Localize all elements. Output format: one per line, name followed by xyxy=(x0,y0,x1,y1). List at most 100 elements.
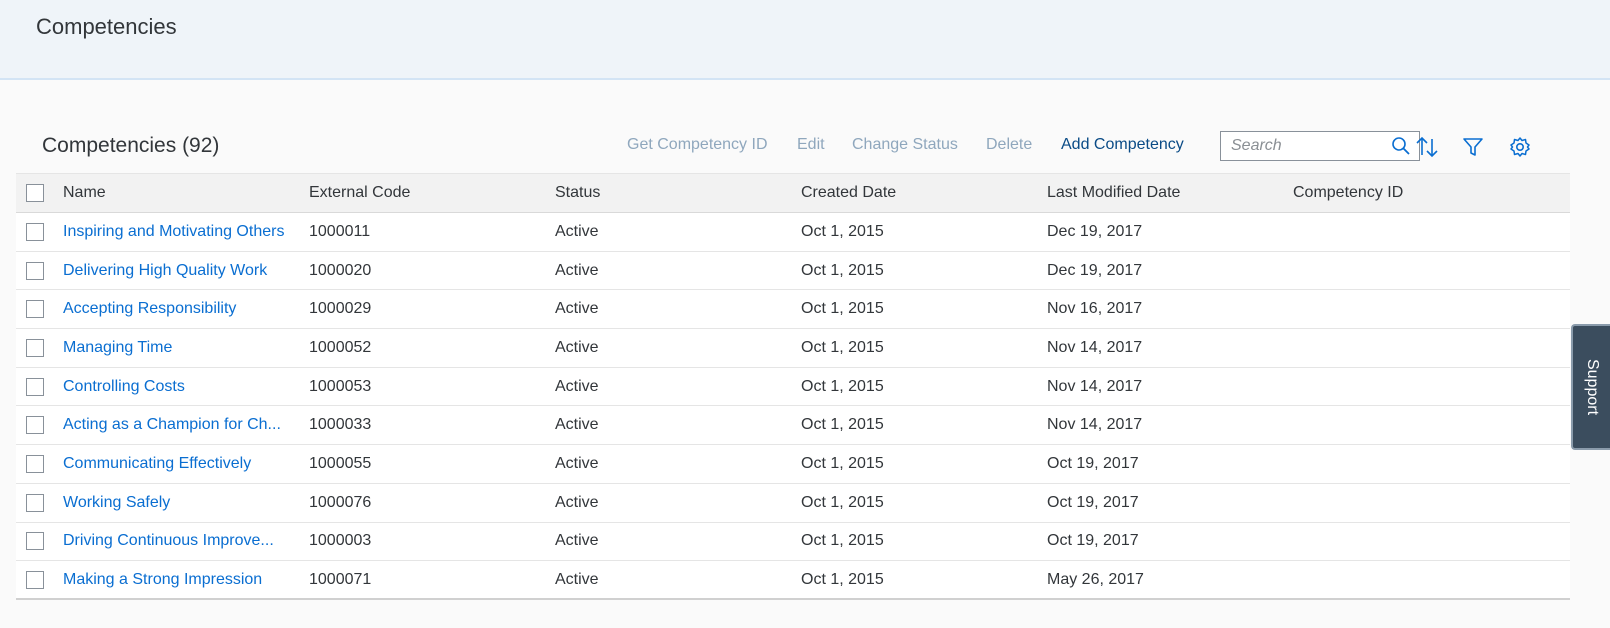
row-checkbox[interactable] xyxy=(26,454,44,473)
created-date: Oct 1, 2015 xyxy=(801,493,884,511)
table-row: Driving Continuous Improve... 1000003 Ac… xyxy=(16,522,1570,562)
competencies-table: Name External Code Status Created Date L… xyxy=(16,173,1570,600)
status: Active xyxy=(555,493,599,511)
column-header-name[interactable]: Name xyxy=(63,174,295,212)
edit-button[interactable]: Edit xyxy=(797,136,825,154)
external-code: 1000052 xyxy=(309,338,372,356)
table-row: Controlling Costs 1000053 Active Oct 1, … xyxy=(16,367,1570,407)
row-checkbox[interactable] xyxy=(26,261,44,280)
get-competency-id-button[interactable]: Get Competency ID xyxy=(627,136,768,154)
table-header-row: Name External Code Status Created Date L… xyxy=(16,173,1570,213)
delete-button[interactable]: Delete xyxy=(986,136,1032,154)
last-modified-date: Dec 19, 2017 xyxy=(1047,222,1143,240)
competency-id xyxy=(1293,561,1523,598)
competency-id xyxy=(1293,406,1523,444)
competency-name-link[interactable]: Inspiring and Motivating Others xyxy=(63,213,295,251)
last-modified-date: Dec 19, 2017 xyxy=(1047,261,1143,279)
status: Active xyxy=(555,222,599,240)
status: Active xyxy=(555,377,599,395)
table-row: Managing Time 1000052 Active Oct 1, 2015… xyxy=(16,329,1570,368)
last-modified-date: Nov 16, 2017 xyxy=(1047,300,1143,318)
settings-gear-icon[interactable] xyxy=(1507,134,1533,160)
row-checkbox[interactable] xyxy=(26,222,44,241)
external-code: 1000003 xyxy=(309,532,372,550)
status: Active xyxy=(555,300,599,318)
external-code: 1000055 xyxy=(309,454,372,472)
table-row: Delivering High Quality Work 1000020 Act… xyxy=(16,251,1570,291)
page-header: Competencies xyxy=(0,0,1610,80)
last-modified-date: Nov 14, 2017 xyxy=(1047,377,1143,395)
competency-name-link[interactable]: Making a Strong Impression xyxy=(63,561,295,598)
table-row: Accepting Responsibility 1000029 Active … xyxy=(16,290,1570,330)
competency-id xyxy=(1293,290,1523,328)
table-row: Acting as a Champion for Ch... 1000033 A… xyxy=(16,406,1570,446)
competency-id xyxy=(1293,484,1523,522)
filter-icon[interactable] xyxy=(1460,134,1486,160)
competency-id xyxy=(1293,445,1523,483)
competency-name-link[interactable]: Working Safely xyxy=(63,484,295,522)
column-header-last-modified-date[interactable]: Last Modified Date xyxy=(1047,174,1277,212)
created-date: Oct 1, 2015 xyxy=(801,300,884,318)
table-row: Making a Strong Impression 1000071 Activ… xyxy=(16,561,1570,600)
last-modified-date: Oct 19, 2017 xyxy=(1047,454,1139,472)
select-all-checkbox[interactable] xyxy=(26,184,44,202)
status: Active xyxy=(555,416,599,434)
competency-name-link[interactable]: Managing Time xyxy=(63,329,295,367)
table-row: Communicating Effectively 1000055 Active… xyxy=(16,445,1570,484)
search-input[interactable] xyxy=(1221,132,1386,160)
competency-id xyxy=(1293,213,1523,251)
support-tab[interactable]: Support xyxy=(1571,324,1610,450)
external-code: 1000029 xyxy=(309,300,372,318)
last-modified-date: Nov 14, 2017 xyxy=(1047,338,1143,356)
created-date: Oct 1, 2015 xyxy=(801,338,884,356)
status: Active xyxy=(555,454,599,472)
created-date: Oct 1, 2015 xyxy=(801,222,884,240)
column-header-status[interactable]: Status xyxy=(555,174,785,212)
table-toolbar: Competencies (92) Get Competency ID Edit… xyxy=(16,128,1570,172)
row-checkbox[interactable] xyxy=(26,300,44,319)
competency-name-link[interactable]: Controlling Costs xyxy=(63,368,295,406)
competency-name-link[interactable]: Acting as a Champion for Ch... xyxy=(63,406,295,444)
competency-id xyxy=(1293,252,1523,290)
search-field[interactable] xyxy=(1220,131,1420,161)
created-date: Oct 1, 2015 xyxy=(801,416,884,434)
created-date: Oct 1, 2015 xyxy=(801,261,884,279)
competency-name-link[interactable]: Delivering High Quality Work xyxy=(63,252,295,290)
competency-id xyxy=(1293,368,1523,406)
sort-icon[interactable] xyxy=(1414,134,1440,160)
page-title: Competencies xyxy=(36,14,177,39)
row-checkbox[interactable] xyxy=(26,377,44,396)
row-checkbox[interactable] xyxy=(26,532,44,551)
created-date: Oct 1, 2015 xyxy=(801,532,884,550)
competency-name-link[interactable]: Accepting Responsibility xyxy=(63,290,295,328)
search-icon[interactable] xyxy=(1391,136,1411,161)
status: Active xyxy=(555,338,599,356)
last-modified-date: Oct 19, 2017 xyxy=(1047,532,1139,550)
external-code: 1000033 xyxy=(309,416,372,434)
external-code: 1000011 xyxy=(309,222,371,240)
created-date: Oct 1, 2015 xyxy=(801,454,884,472)
last-modified-date: May 26, 2017 xyxy=(1047,570,1144,588)
row-checkbox[interactable] xyxy=(26,338,44,357)
competency-id xyxy=(1293,523,1523,561)
column-header-external-code[interactable]: External Code xyxy=(309,174,539,212)
last-modified-date: Nov 14, 2017 xyxy=(1047,416,1143,434)
status: Active xyxy=(555,570,599,588)
status: Active xyxy=(555,532,599,550)
support-tab-label: Support xyxy=(1583,358,1601,416)
column-header-created-date[interactable]: Created Date xyxy=(801,174,1031,212)
table-title: Competencies (92) xyxy=(42,134,220,157)
change-status-button[interactable]: Change Status xyxy=(852,136,958,154)
competency-name-link[interactable]: Communicating Effectively xyxy=(63,445,295,483)
row-checkbox[interactable] xyxy=(26,570,44,589)
row-checkbox[interactable] xyxy=(26,416,44,435)
row-checkbox[interactable] xyxy=(26,493,44,512)
add-competency-button[interactable]: Add Competency xyxy=(1061,136,1184,154)
column-header-competency-id[interactable]: Competency ID xyxy=(1293,174,1523,212)
table-row: Working Safely 1000076 Active Oct 1, 201… xyxy=(16,483,1570,523)
competency-name-link[interactable]: Driving Continuous Improve... xyxy=(63,523,295,561)
status: Active xyxy=(555,261,599,279)
external-code: 1000020 xyxy=(309,261,372,279)
created-date: Oct 1, 2015 xyxy=(801,377,884,395)
table-row: Inspiring and Motivating Others 1000011 … xyxy=(16,213,1570,252)
